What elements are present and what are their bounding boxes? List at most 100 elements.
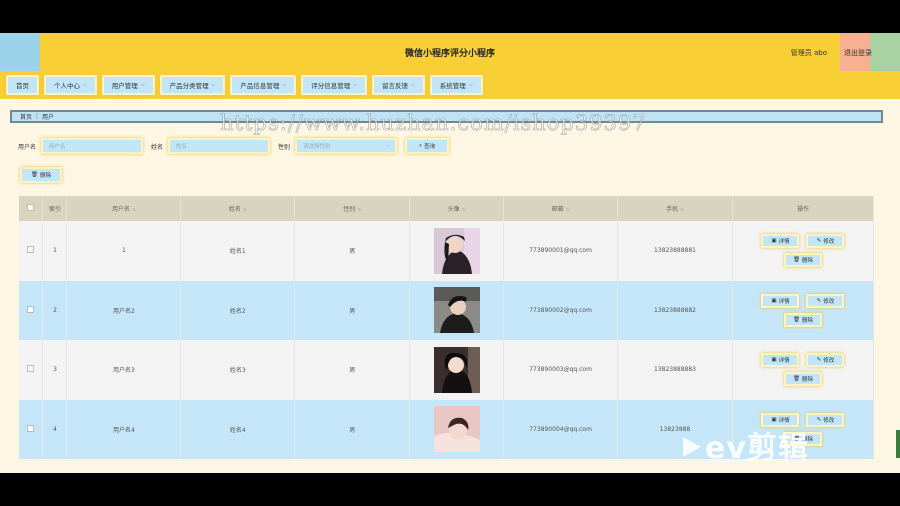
sort-icon[interactable]: ⇅ — [357, 208, 361, 213]
cell-username: 用户名2 — [66, 280, 182, 340]
nav-item-category-management[interactable]: 产品分类管理 ⌵ — [159, 75, 226, 95]
top-header: 微信小程序评分小程序 管理员 abo 退出登录 — [0, 33, 900, 71]
avatar-image — [433, 406, 480, 453]
sort-icon[interactable]: ⇅ — [566, 208, 570, 213]
chevron-down-icon: ⌵ — [282, 82, 287, 88]
cell-gender: 男 — [294, 340, 411, 400]
column-header-phone[interactable]: 手机 ⇅ — [617, 196, 733, 221]
nav-item-system-management[interactable]: 系统管理 ⌵ — [429, 75, 483, 95]
chevron-down-icon: ⌵ — [83, 82, 87, 88]
name-input[interactable]: 姓名 — [168, 138, 271, 154]
avatar-image — [433, 227, 480, 274]
table-row: 2 用户名2 姓名2 男 773890002@qq.com 1382388888… — [19, 280, 875, 340]
sort-icon[interactable]: ⇅ — [462, 208, 466, 213]
cell-name: 姓名1 — [180, 221, 296, 281]
detail-icon: ▣ — [771, 238, 777, 245]
column-header-index: 索引 — [42, 196, 68, 221]
username-input[interactable]: 用户名 — [41, 138, 144, 154]
sort-icon[interactable]: ⇅ — [132, 208, 136, 213]
detail-button[interactable]: ▣ 详情 — [761, 293, 800, 308]
search-bar: 用户名 用户名 姓名 姓名 性别 请选择性别 ⌵ ⌕ 查询 — [18, 138, 450, 154]
trash-icon: 🗑 — [31, 172, 38, 178]
delete-button[interactable]: 🗑 删除 — [783, 312, 822, 327]
trash-icon: 🗑 — [792, 316, 800, 323]
gender-select[interactable]: 请选择性别 ⌵ — [295, 138, 398, 154]
delete-button[interactable]: 🗑 删除 — [783, 372, 822, 387]
avatar-image — [433, 346, 480, 393]
detail-button[interactable]: ▣ 详情 — [761, 353, 800, 368]
logout-link[interactable]: 退出登录 — [844, 48, 872, 58]
nav-item-user-management[interactable]: 用户管理 ⌵ — [101, 75, 155, 95]
detail-icon: ▣ — [771, 297, 777, 304]
cell-phone: 13823888883 — [617, 340, 733, 400]
select-all-checkbox-cell[interactable] — [19, 196, 44, 221]
edit-button[interactable]: ✎ 修改 — [806, 353, 845, 368]
cell-email: 773890001@qq.com — [503, 221, 619, 281]
detail-icon: ▣ — [771, 357, 777, 364]
breadcrumb: 首页 | 用户 — [10, 110, 883, 123]
chevron-down-icon: ⌵ — [410, 82, 415, 88]
name-label: 姓名 — [151, 143, 164, 151]
select-all-checkbox[interactable] — [27, 204, 35, 211]
cell-phone: 13823888881 — [617, 221, 733, 281]
column-header-username[interactable]: 用户名 ⇅ — [66, 196, 182, 221]
scrollbar-thumb[interactable] — [896, 430, 900, 458]
search-icon: ⌕ — [418, 142, 423, 149]
breadcrumb-current: 用户 — [42, 114, 55, 121]
column-header-gender[interactable]: 性别 ⇅ — [294, 196, 411, 221]
nav-item-personal-center[interactable]: 个人中心 ⌵ — [44, 75, 97, 95]
cell-email: 773890004@qq.com — [503, 399, 619, 459]
row-checkbox[interactable] — [27, 365, 35, 373]
chevron-down-icon: ⌵ — [353, 82, 357, 88]
cell-username: 1 — [66, 221, 182, 281]
cell-name: 姓名4 — [180, 399, 296, 459]
sort-icon[interactable]: ⇅ — [680, 208, 684, 213]
cell-username: 用户名3 — [66, 340, 182, 400]
row-checkbox[interactable] — [27, 424, 35, 432]
app-frame: 微信小程序评分小程序 管理员 abo 退出登录 首页 个人中心 ⌵ 用户管理 ⌵ 产… — [0, 33, 900, 473]
edit-icon: ✎ — [816, 357, 822, 364]
edit-button[interactable]: ✎ 修改 — [806, 293, 845, 308]
table-row: 4 用户名4 姓名4 男 773890004@qq.com 13823888 ▣… — [19, 399, 875, 459]
batch-delete-button[interactable]: 🗑 删除 — [20, 167, 62, 183]
delete-button[interactable]: 🗑 删除 — [783, 253, 822, 268]
nav-item-rating-management[interactable]: 评分信息管理 ⌵ — [301, 75, 367, 95]
table-row: 3 用户名3 姓名3 男 773890003@qq.com 1382388888… — [19, 340, 875, 400]
edit-button[interactable]: ✎ 修改 — [806, 234, 845, 249]
edit-icon: ✎ — [816, 416, 822, 423]
edit-button[interactable]: ✎ 修改 — [806, 412, 845, 427]
chevron-down-icon: ⌵ — [140, 82, 145, 88]
table-header-row: 索引 用户名 ⇅ 姓名 ⇅ 性别 ⇅ 头像 ⇅ 邮箱 ⇅ 手机 ⇅ 操作 — [19, 196, 875, 221]
app-title: 微信小程序评分小程序 — [404, 49, 495, 59]
chevron-down-icon: ⌵ — [468, 82, 473, 88]
row-checkbox[interactable] — [27, 305, 35, 313]
gender-label: 性别 — [278, 143, 291, 151]
breadcrumb-home[interactable]: 首页 — [20, 112, 32, 121]
column-header-email[interactable]: 邮箱 ⇅ — [503, 196, 619, 221]
nav-item-product-management[interactable]: 产品信息管理 ⌵ — [230, 75, 297, 95]
table-row: 1 1 姓名1 男 773890001@qq.com 13823888881 ▣… — [19, 221, 875, 281]
column-header-name[interactable]: 姓名 ⇅ — [180, 196, 296, 221]
cell-phone: 13823888882 — [617, 280, 733, 340]
cell-index: 3 — [42, 340, 68, 400]
detail-button[interactable]: ▣ 详情 — [761, 234, 800, 249]
cell-name: 姓名2 — [180, 280, 296, 340]
nav-item-feedback[interactable]: 留言反馈 ⌵ — [371, 75, 425, 95]
trash-icon: 🗑 — [792, 376, 800, 383]
cell-index: 2 — [42, 280, 68, 340]
trash-icon: 🗑 — [792, 257, 800, 264]
cell-email: 773890002@qq.com — [503, 280, 619, 340]
detail-button[interactable]: ▣ 详情 — [761, 412, 800, 427]
nav-item-home[interactable]: 首页 — [6, 75, 39, 95]
chevron-down-icon: ⌵ — [211, 82, 216, 88]
breadcrumb-separator: | — [36, 113, 39, 120]
row-checkbox[interactable] — [27, 246, 35, 254]
cell-name: 姓名3 — [180, 340, 296, 400]
delete-button[interactable]: 🗑 删除 — [783, 431, 822, 446]
edit-icon: ✎ — [816, 297, 822, 304]
query-button[interactable]: ⌕ 查询 — [405, 138, 450, 154]
sort-icon[interactable]: ⇅ — [243, 208, 247, 213]
column-header-avatar[interactable]: 头像 ⇅ — [409, 196, 505, 221]
cell-index: 4 — [42, 399, 68, 459]
current-user: 管理员 abo — [790, 49, 827, 57]
